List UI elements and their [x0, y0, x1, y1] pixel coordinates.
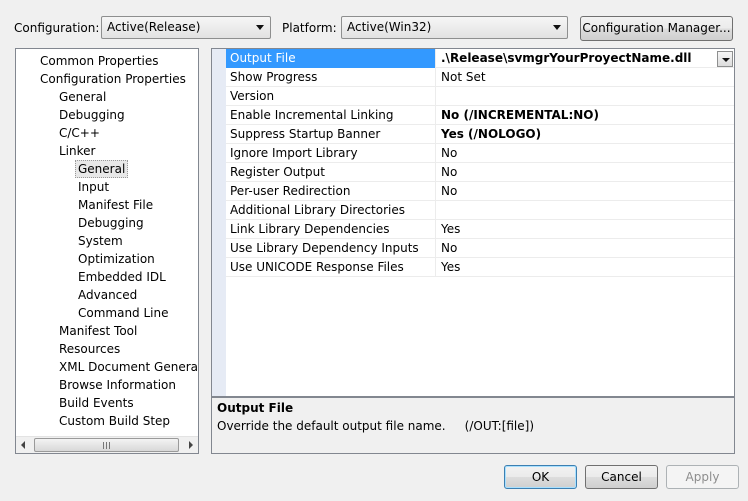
- apply-button[interactable]: Apply: [666, 465, 739, 489]
- property-row[interactable]: Enable Incremental Linking No (/INCREMENT…: [226, 106, 734, 125]
- property-row[interactable]: Output File .\Release\svmgrYourProyectNam…: [226, 49, 734, 68]
- value-dropdown-button[interactable]: [717, 51, 733, 67]
- tree-item[interactable]: Optimization: [78, 251, 155, 267]
- tree-item[interactable]: Debugging: [78, 215, 144, 231]
- property-row[interactable]: Link Library Dependencies Yes: [226, 220, 734, 239]
- tree-item[interactable]: System: [78, 233, 123, 249]
- property-row[interactable]: Show Progress Not Set: [226, 68, 734, 87]
- scrollbar-thumb[interactable]: [34, 438, 179, 452]
- property-row[interactable]: Ignore Import Library No: [226, 144, 734, 163]
- scroll-right-icon[interactable]: [189, 441, 193, 449]
- description-text: Override the default output file name. (…: [217, 419, 535, 433]
- tree-item[interactable]: Debugging: [59, 107, 125, 123]
- property-row[interactable]: Use Library Dependency Inputs No: [226, 239, 734, 258]
- property-value[interactable]: Yes: [437, 220, 734, 239]
- property-value[interactable]: No: [437, 239, 734, 258]
- property-name: Additional Library Directories: [226, 201, 436, 220]
- configuration-select-value: Active(Release): [107, 20, 201, 34]
- property-value[interactable]: No: [437, 182, 734, 201]
- platform-select[interactable]: Active(Win32): [341, 16, 568, 39]
- tree-item[interactable]: Manifest File: [78, 197, 153, 213]
- ok-button[interactable]: OK: [504, 465, 577, 489]
- chevron-down-icon: [256, 25, 264, 30]
- property-name: Per-user Redirection: [226, 182, 436, 201]
- property-name: Use Library Dependency Inputs: [226, 239, 436, 258]
- tree-item[interactable]: Custom Build Step: [59, 413, 170, 429]
- property-row[interactable]: Use UNICODE Response Files Yes: [226, 258, 734, 277]
- tree-item[interactable]: Configuration Properties: [40, 71, 186, 87]
- property-name: Output File: [226, 49, 436, 68]
- tree-item[interactable]: XML Document Generator: [59, 359, 198, 375]
- property-name: Register Output: [226, 163, 436, 182]
- tree-item[interactable]: Browse Information: [59, 377, 176, 393]
- property-value[interactable]: No: [437, 144, 734, 163]
- tree-item[interactable]: Common Properties: [40, 53, 159, 69]
- tree-item[interactable]: C/C++: [59, 125, 100, 141]
- horizontal-scrollbar[interactable]: [16, 436, 198, 453]
- description-title: Output File: [217, 401, 294, 415]
- property-row[interactable]: Per-user Redirection No: [226, 182, 734, 201]
- tree-item[interactable]: Linker: [59, 143, 95, 159]
- property-row[interactable]: Register Output No: [226, 163, 734, 182]
- property-row[interactable]: Suppress Startup Banner Yes (/NOLOGO): [226, 125, 734, 144]
- property-name: Use UNICODE Response Files: [226, 258, 436, 277]
- grip-icon: [103, 442, 111, 449]
- tree-item[interactable]: Manifest Tool: [59, 323, 137, 339]
- configuration-label: Configuration:: [14, 21, 100, 35]
- tree-item[interactable]: Command Line: [78, 305, 169, 321]
- property-value[interactable]: [437, 201, 734, 220]
- property-name: Ignore Import Library: [226, 144, 436, 163]
- chevron-down-icon: [722, 58, 730, 62]
- tree-item[interactable]: Advanced: [78, 287, 137, 303]
- description-panel: Output File Override the default output …: [211, 397, 735, 454]
- scroll-left-icon[interactable]: [21, 441, 25, 449]
- tree-item[interactable]: General: [59, 89, 106, 105]
- platform-label: Platform:: [282, 21, 337, 35]
- tree-item[interactable]: Input: [78, 179, 109, 195]
- property-value[interactable]: [437, 87, 734, 106]
- property-name: Version: [226, 87, 436, 106]
- property-name: Suppress Startup Banner: [226, 125, 436, 144]
- property-name: Link Library Dependencies: [226, 220, 436, 239]
- property-value[interactable]: Not Set: [437, 68, 734, 87]
- property-row[interactable]: Additional Library Directories: [226, 201, 734, 220]
- platform-select-value: Active(Win32): [347, 20, 432, 34]
- property-row[interactable]: Version: [226, 87, 734, 106]
- property-tree[interactable]: Common Properties Configuration Propertie…: [15, 48, 199, 454]
- property-value[interactable]: No: [437, 163, 734, 182]
- tree-item[interactable]: Build Events: [59, 395, 134, 411]
- property-name: Enable Incremental Linking: [226, 106, 436, 125]
- chevron-down-icon: [553, 25, 561, 30]
- grid-gutter: [212, 49, 226, 396]
- configuration-manager-button[interactable]: Configuration Manager...: [580, 16, 733, 41]
- property-grid[interactable]: Output File .\Release\svmgrYourProyectNam…: [211, 48, 735, 397]
- property-value[interactable]: .\Release\svmgrYourProyectName.dll: [437, 49, 734, 68]
- tree-item[interactable]: General: [75, 160, 129, 178]
- property-value[interactable]: Yes (/NOLOGO): [437, 125, 734, 144]
- tree-item[interactable]: Embedded IDL: [78, 269, 166, 285]
- property-value[interactable]: Yes: [437, 258, 734, 277]
- property-value[interactable]: No (/INCREMENTAL:NO): [437, 106, 734, 125]
- property-name: Show Progress: [226, 68, 436, 87]
- tree-item[interactable]: Resources: [59, 341, 120, 357]
- configuration-select[interactable]: Active(Release): [101, 16, 271, 39]
- cancel-button[interactable]: Cancel: [585, 465, 658, 489]
